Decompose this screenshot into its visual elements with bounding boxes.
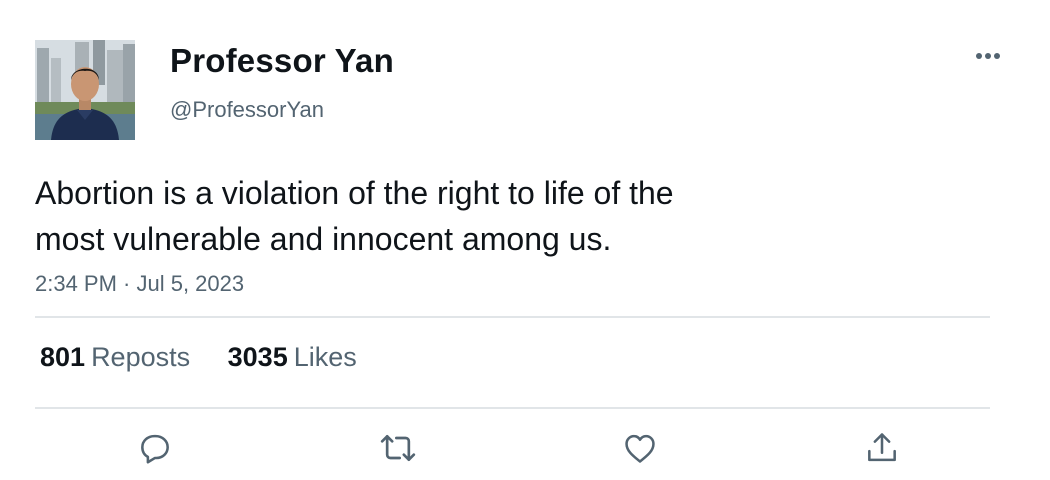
tweet-text-line: most vulnerable and innocent among us.: [35, 221, 612, 257]
tweet-text: Abortion is a violation of the right to …: [35, 170, 795, 262]
reply-icon: [136, 429, 174, 472]
user-handle[interactable]: @ProfessorYan: [170, 97, 324, 123]
display-name[interactable]: Professor Yan: [170, 42, 394, 80]
tweet-text-line: Abortion is a violation of the right to …: [35, 175, 674, 211]
share-icon: [863, 429, 901, 472]
repost-icon: [378, 428, 418, 473]
tweet-card: Professor Yan @ProfessorYan Abortion is …: [0, 0, 1050, 480]
divider: [35, 316, 990, 318]
repost-button[interactable]: [378, 430, 418, 470]
engagement-stats: 801 Reposts 3035 Likes: [40, 342, 357, 373]
more-icon: [970, 53, 1006, 72]
avatar[interactable]: [35, 40, 135, 140]
share-button[interactable]: [862, 430, 902, 470]
reposts-stat[interactable]: 801 Reposts: [40, 342, 190, 373]
reposts-count: 801: [40, 342, 86, 372]
likes-label: Likes: [293, 342, 357, 372]
likes-stat[interactable]: 3035 Likes: [228, 342, 357, 373]
likes-count: 3035: [227, 342, 288, 372]
more-options-button[interactable]: [970, 44, 1006, 68]
reposts-label: Reposts: [91, 342, 191, 372]
divider: [35, 407, 990, 409]
like-button[interactable]: [620, 430, 660, 470]
heart-icon: [621, 429, 659, 472]
reply-button[interactable]: [135, 430, 175, 470]
tweet-timestamp[interactable]: 2:34 PM · Jul 5, 2023: [35, 271, 244, 297]
